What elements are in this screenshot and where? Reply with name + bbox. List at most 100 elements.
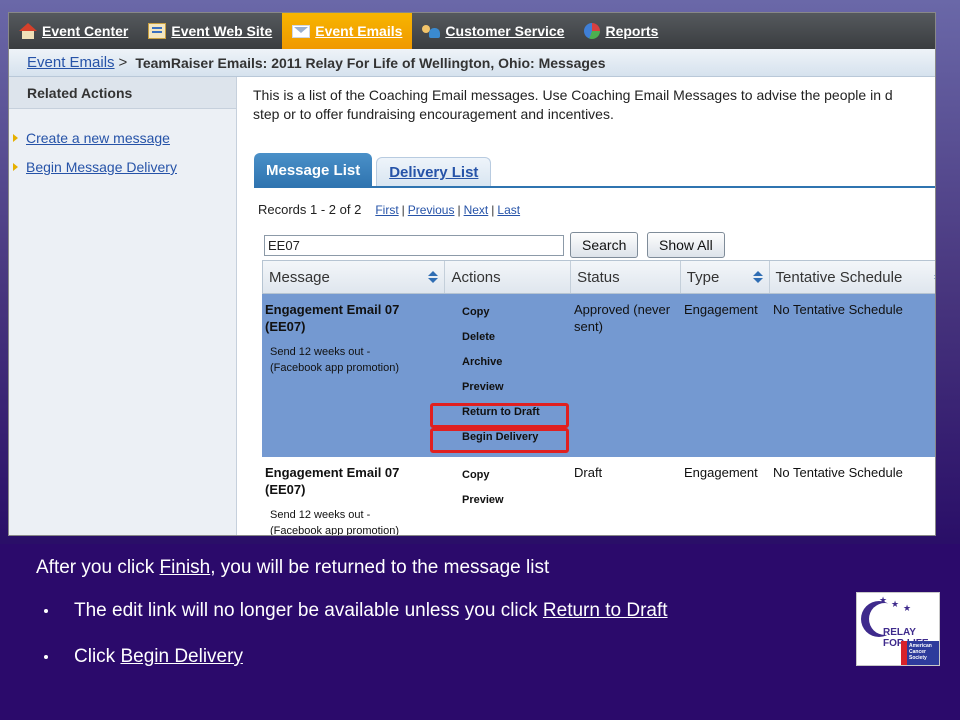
column-header-type[interactable]: Type <box>681 261 770 293</box>
bullet-text: The edit link will no longer be availabl… <box>74 600 538 621</box>
slide-bullet: Click Begin Delivery <box>44 646 243 668</box>
actions-cell: Copy Preview <box>445 457 571 535</box>
tab-message-list[interactable]: Message List <box>254 153 373 187</box>
action-copy[interactable]: Copy <box>448 463 568 488</box>
caption-finish-link: Finish <box>159 557 211 578</box>
description-line: (Facebook app promotion) <box>270 525 400 536</box>
column-label: Message <box>269 268 330 286</box>
sort-icon <box>428 271 439 283</box>
message-description: Send 12 weeks out - (Facebook app promot… <box>265 507 442 536</box>
relay-for-life-logo: ★ ★ ★ RELAY FOR LIFE American Cancer Soc… <box>856 592 940 666</box>
records-count: Records 1 - 2 of 2 <box>258 202 362 217</box>
star-icon: ★ <box>891 599 900 609</box>
sidebar-link-label: Create a new message <box>26 130 170 146</box>
house-icon <box>19 23 37 39</box>
message-description: Send 12 weeks out - (Facebook app promot… <box>265 344 442 376</box>
column-label: Actions <box>451 268 501 286</box>
arrow-bullet-icon <box>13 163 18 171</box>
schedule-cell: No Tentative Schedule <box>773 465 903 480</box>
sidebar-link-label: Begin Message Delivery <box>26 159 177 175</box>
description-line: (Facebook app promotion) <box>270 362 400 374</box>
nav-event-emails[interactable]: Event Emails <box>282 13 413 49</box>
nav-customer-service[interactable]: Customer Service <box>412 13 574 49</box>
column-label: Type <box>686 268 720 286</box>
nav-reports[interactable]: Reports <box>574 13 668 49</box>
tab-divider <box>254 186 935 188</box>
column-header-status: Status <box>571 261 681 293</box>
action-copy[interactable]: Copy <box>448 300 568 325</box>
column-header-actions: Actions <box>445 261 572 293</box>
column-header-tentative-schedule[interactable]: Tentative Schedule <box>770 261 935 293</box>
action-preview[interactable]: Preview <box>448 488 568 513</box>
app-screenshot: Event Center Event Web Site Event Emails… <box>8 12 936 536</box>
sidebar: Related Actions Create a new message Beg… <box>9 77 237 535</box>
status-text: Draft <box>574 465 603 480</box>
status-cell: Approved (never sent) <box>571 294 681 457</box>
tab-delivery-list[interactable]: Delivery List <box>376 157 492 187</box>
status-cell: Draft <box>571 457 681 535</box>
pager-next-link[interactable]: Next <box>464 203 489 217</box>
sidebar-link-create-message[interactable]: Create a new message <box>9 129 170 147</box>
action-archive[interactable]: Archive <box>448 350 568 375</box>
breadcrumb-link-event-emails[interactable]: Event Emails <box>27 54 115 71</box>
pager-previous-link[interactable]: Previous <box>408 203 455 217</box>
column-label: Tentative Schedule <box>775 268 903 286</box>
intro-line: step or to offer fundraising encourageme… <box>253 106 614 122</box>
envelope-icon <box>292 24 311 38</box>
search-input[interactable] <box>264 235 564 256</box>
sidebar-link-begin-delivery[interactable]: Begin Message Delivery <box>9 158 177 176</box>
status-text: sent) <box>574 319 603 334</box>
action-delete[interactable]: Delete <box>448 325 568 350</box>
bullet-text: Click <box>74 646 116 667</box>
sidebar-heading: Related Actions <box>9 77 236 109</box>
message-title: Engagement Email 07 <box>265 302 400 317</box>
description-line: Send 12 weeks out - <box>270 509 371 521</box>
pie-chart-icon <box>584 23 601 39</box>
nav-label: Event Center <box>42 23 129 39</box>
acs-wordmark: American Cancer Society <box>909 643 932 661</box>
breadcrumb: Event Emails > TeamRaiser Emails: 2011 R… <box>9 49 935 77</box>
pager-first-link[interactable]: First <box>375 203 398 217</box>
pager-separator: | <box>457 202 461 217</box>
nav-event-center[interactable]: Event Center <box>9 13 138 49</box>
message-code: (EE07) <box>265 482 306 497</box>
people-icon <box>422 23 441 39</box>
sort-icon <box>752 271 763 283</box>
main-content: This is a list of the Coaching Email mes… <box>247 77 935 536</box>
show-all-button[interactable]: Show All <box>647 232 725 258</box>
nav-label: Event Emails <box>315 23 403 39</box>
intro-line: This is a list of the Coaching Email mes… <box>253 87 893 103</box>
message-cell: Engagement Email 07 (EE07) Send 12 weeks… <box>262 294 445 457</box>
star-icon: ★ <box>879 595 888 605</box>
nav-event-web-site[interactable]: Event Web Site <box>138 13 282 49</box>
message-table: Message Actions Status Type Tentative Sc… <box>262 260 935 536</box>
pager-separator: | <box>491 202 495 217</box>
nav-label: Event Web Site <box>171 23 273 39</box>
caption-text: , you will be returned to the message li… <box>210 557 550 578</box>
action-preview[interactable]: Preview <box>448 375 568 400</box>
page-title: TeamRaiser Emails: 2011 Relay For Life o… <box>135 54 606 71</box>
pager-separator: | <box>401 202 405 217</box>
web-page-icon <box>148 23 167 39</box>
search-button[interactable]: Search <box>570 232 639 258</box>
annotation-box-return-to-draft <box>430 403 569 428</box>
pager-last-link[interactable]: Last <box>497 203 520 217</box>
column-header-message[interactable]: Message <box>263 261 446 293</box>
message-cell: Engagement Email 07 (EE07) Send 12 weeks… <box>262 457 445 536</box>
tab-bar: Message List Delivery List <box>254 153 492 187</box>
slide-bullet: The edit link will no longer be availabl… <box>44 600 668 622</box>
status-text: Approved (never <box>574 302 671 317</box>
annotation-box-begin-delivery <box>430 428 569 453</box>
type-cell: Engagement <box>684 465 758 480</box>
bullet-dot-icon <box>44 609 48 613</box>
caption-text: After you click <box>36 557 160 578</box>
schedule-cell: No Tentative Schedule <box>773 302 903 317</box>
acs-text-line: Society <box>909 655 927 661</box>
bullet-dot-icon <box>44 655 48 659</box>
nav-label: Customer Service <box>445 23 565 39</box>
arrow-bullet-icon <box>13 134 18 142</box>
table-header: Message Actions Status Type Tentative Sc… <box>262 260 935 294</box>
sort-icon <box>933 271 935 283</box>
message-title: Engagement Email 07 <box>265 465 400 480</box>
intro-text: This is a list of the Coaching Email mes… <box>253 86 935 124</box>
